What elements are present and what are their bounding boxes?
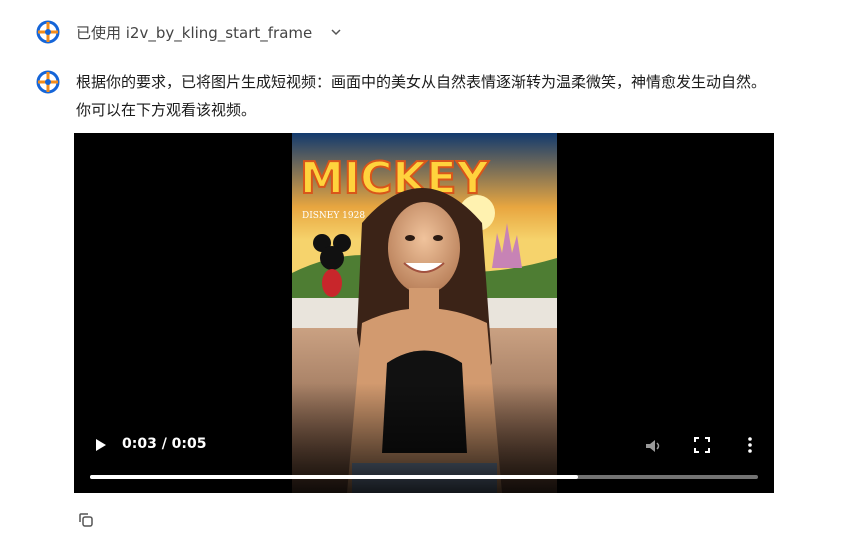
volume-icon[interactable] (644, 437, 662, 455)
message-text: 根据你的要求，已将图片生成短视频：画面中的美女从自然表情逐渐转为温柔微笑，神情愈… (76, 73, 767, 119)
video-controls: 0:03 / 0:05 (74, 413, 774, 493)
tool-call-label: 已使用 i2v_by_kling_start_frame (76, 23, 313, 42)
chevron-down-icon (331, 29, 341, 36)
more-options-icon[interactable] (744, 436, 756, 454)
poster-subtitle: DISNEY 1928 (302, 211, 365, 221)
video-time: 0:03 / 0:05 (122, 436, 207, 452)
chat-page: 已使用 i2v_by_kling_start_frame 根据你的要求，已将图片… (0, 0, 861, 546)
fullscreen-icon[interactable] (694, 437, 710, 453)
video-player[interactable]: MICKEY DISNEY 1928 0:03 / 0:05 (74, 133, 774, 493)
video-progress-bar[interactable] (90, 475, 758, 479)
tool-call-toggle[interactable]: 已使用 i2v_by_kling_start_frame (36, 20, 342, 44)
assistant-avatar-icon (36, 20, 60, 44)
assistant-avatar-icon (36, 70, 60, 94)
copy-icon[interactable] (77, 511, 95, 529)
play-icon[interactable] (92, 437, 108, 453)
video-progress-fill (90, 475, 578, 479)
assistant-message: 根据你的要求，已将图片生成短视频：画面中的美女从自然表情逐渐转为温柔微笑，神情愈… (36, 70, 776, 124)
